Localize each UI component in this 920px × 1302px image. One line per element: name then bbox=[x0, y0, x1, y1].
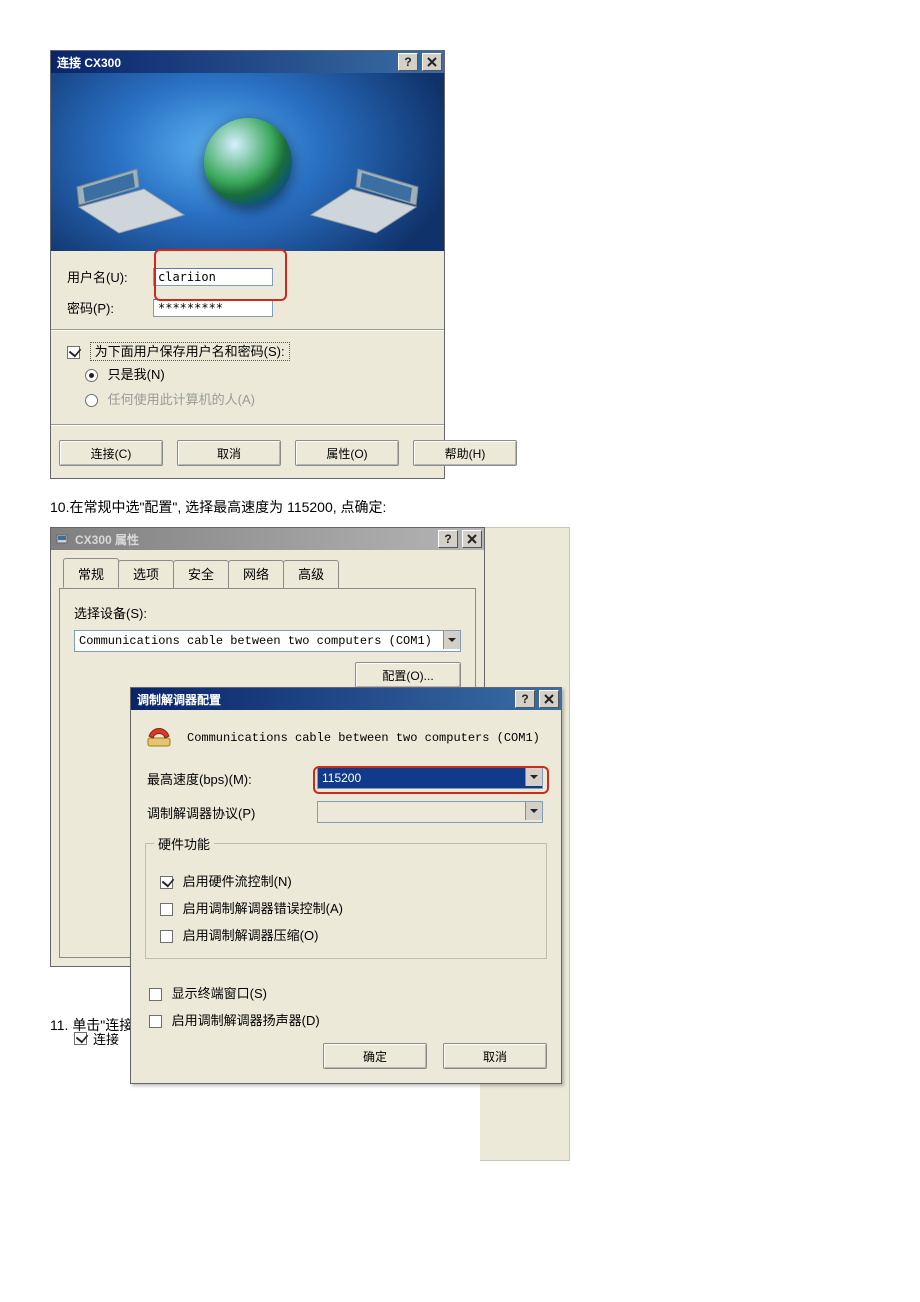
max-speed-value: 115200 bbox=[322, 771, 361, 785]
connect-dialog-titlebar: 连接 CX300 ? bbox=[51, 51, 444, 73]
err-ctrl-checkbox[interactable] bbox=[160, 903, 173, 916]
close-icon[interactable] bbox=[422, 53, 442, 71]
chevron-down-icon[interactable] bbox=[443, 631, 460, 649]
tab-security[interactable]: 安全 bbox=[173, 560, 229, 588]
properties-button[interactable]: 属性(O) bbox=[295, 440, 399, 466]
err-ctrl-row[interactable]: 启用调制解调器错误控制(A) bbox=[156, 894, 536, 921]
cancel-button[interactable]: 取消 bbox=[177, 440, 281, 466]
properties-titlebar: CX300 属性 ? bbox=[51, 528, 484, 550]
connect-banner bbox=[51, 73, 444, 251]
device-combo-text: Communications cable between two compute… bbox=[79, 634, 432, 648]
configure-button[interactable]: 配置(O)... bbox=[355, 662, 461, 688]
help-icon[interactable]: ? bbox=[438, 530, 458, 548]
speaker-checkbox[interactable] bbox=[149, 1015, 162, 1028]
help-icon[interactable]: ? bbox=[515, 690, 535, 708]
modem-device-name: Communications cable between two compute… bbox=[187, 731, 549, 745]
save-creds-checkbox[interactable] bbox=[67, 346, 80, 359]
only-me-row[interactable]: 只是我(N) bbox=[51, 360, 444, 385]
compress-label: 启用调制解调器压缩(O) bbox=[183, 928, 319, 943]
username-input[interactable] bbox=[153, 268, 273, 286]
connect-checkbox[interactable] bbox=[74, 1032, 87, 1045]
close-icon[interactable] bbox=[462, 530, 482, 548]
modem-ok-button[interactable]: 确定 bbox=[323, 1043, 427, 1069]
connect-button[interactable]: 连接(C) bbox=[59, 440, 163, 466]
close-icon[interactable] bbox=[539, 690, 559, 708]
connect-dialog-title: 连接 CX300 bbox=[55, 54, 396, 71]
compress-checkbox[interactable] bbox=[160, 930, 173, 943]
err-ctrl-label: 启用调制解调器错误控制(A) bbox=[183, 901, 343, 916]
save-creds-row[interactable]: 为下面用户保存用户名和密码(S): bbox=[51, 331, 444, 360]
username-label: 用户名(U): bbox=[67, 267, 153, 286]
only-me-radio[interactable] bbox=[85, 369, 98, 382]
show-term-label: 显示终端窗口(S) bbox=[172, 986, 267, 1001]
password-label: 密码(P): bbox=[67, 298, 153, 317]
device-combo[interactable]: Communications cable between two compute… bbox=[74, 630, 461, 652]
chevron-down-icon bbox=[525, 802, 542, 820]
globe-icon bbox=[204, 118, 292, 206]
modem-cancel-button[interactable]: 取消 bbox=[443, 1043, 547, 1069]
tab-network[interactable]: 网络 bbox=[228, 560, 284, 588]
anyone-radio bbox=[85, 394, 98, 407]
properties-title-icon bbox=[55, 532, 69, 546]
anyone-row: 任何使用此计算机的人(A) bbox=[51, 385, 444, 410]
show-term-row[interactable]: 显示终端窗口(S) bbox=[131, 979, 561, 1006]
phone-icon bbox=[143, 720, 175, 755]
properties-title: CX300 属性 bbox=[73, 531, 436, 548]
connect-checkbox-label: 连接 bbox=[93, 1029, 119, 1048]
hardware-groupbox: 硬件功能 启用硬件流控制(N) 启用调制解调器错误控制(A) 启用调制解调器压缩… bbox=[145, 843, 547, 959]
speaker-label: 启用调制解调器扬声器(D) bbox=[172, 1013, 320, 1028]
help-button[interactable]: 帮助(H) bbox=[413, 440, 517, 466]
max-speed-label: 最高速度(bps)(M): bbox=[147, 769, 317, 788]
speaker-row[interactable]: 启用调制解调器扬声器(D) bbox=[131, 1006, 561, 1033]
hardware-group-title: 硬件功能 bbox=[154, 834, 214, 853]
modem-titlebar: 调制解调器配置 ? bbox=[131, 688, 561, 710]
save-creds-label: 为下面用户保存用户名和密码(S): bbox=[90, 342, 290, 361]
max-speed-combo[interactable]: 115200 bbox=[317, 767, 543, 789]
protocol-label: 调制解调器协议(P) bbox=[147, 803, 317, 822]
anyone-label: 任何使用此计算机的人(A) bbox=[108, 392, 255, 407]
chevron-down-icon[interactable] bbox=[525, 768, 542, 786]
protocol-combo bbox=[317, 801, 543, 823]
help-icon[interactable]: ? bbox=[398, 53, 418, 71]
hw-flow-label: 启用硬件流控制(N) bbox=[183, 874, 292, 889]
modem-config-dialog: 调制解调器配置 ? Communications cable between t… bbox=[130, 687, 562, 1084]
select-device-label: 选择设备(S): bbox=[74, 603, 461, 622]
step-10-text: 10.在常规中选"配置", 选择最高速度为 115200, 点确定: bbox=[50, 497, 870, 517]
only-me-label: 只是我(N) bbox=[108, 367, 165, 382]
password-input[interactable] bbox=[153, 299, 273, 317]
connect-dialog: 连接 CX300 ? bbox=[50, 50, 445, 479]
hw-flow-row[interactable]: 启用硬件流控制(N) bbox=[156, 867, 536, 894]
modem-title: 调制解调器配置 bbox=[135, 691, 513, 708]
compress-row[interactable]: 启用调制解调器压缩(O) bbox=[156, 921, 536, 948]
show-term-checkbox[interactable] bbox=[149, 988, 162, 1001]
hw-flow-checkbox[interactable] bbox=[160, 876, 173, 889]
tab-general[interactable]: 常规 bbox=[63, 558, 119, 588]
tab-advanced[interactable]: 高级 bbox=[283, 560, 339, 588]
properties-tabs: 常规 选项 安全 网络 高级 bbox=[51, 550, 484, 588]
tab-options[interactable]: 选项 bbox=[118, 560, 174, 588]
